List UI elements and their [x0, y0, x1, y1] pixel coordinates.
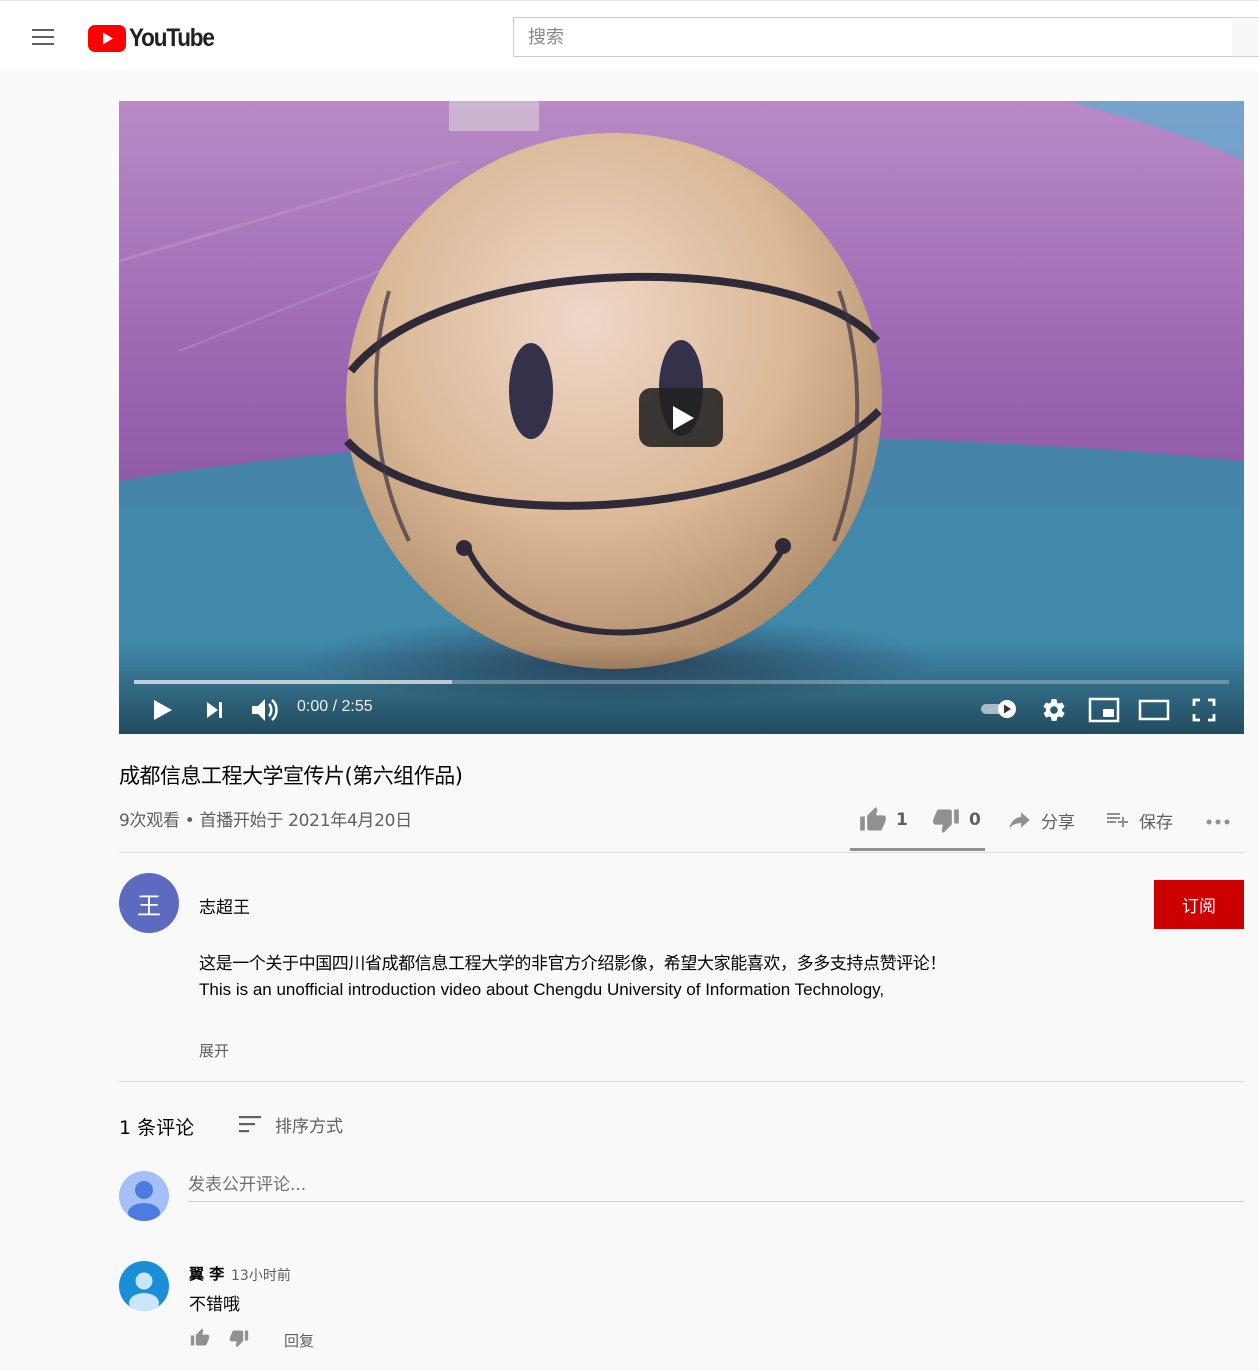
comment-dislike-icon[interactable]: [228, 1328, 250, 1348]
sort-label: 排序方式: [275, 1116, 343, 1137]
fullscreen-icon[interactable]: [1191, 697, 1217, 723]
commenter-avatar[interactable]: [119, 1261, 169, 1311]
youtube-logo[interactable]: YouTube: [88, 23, 223, 53]
youtube-play-logo-icon: [88, 24, 126, 52]
dislike-count: 0: [969, 810, 981, 830]
hamburger-menu-icon[interactable]: [22, 19, 64, 55]
sentiment-bar: [850, 848, 985, 851]
comment-time[interactable]: 13小时前: [231, 1265, 291, 1285]
progress-bar[interactable]: [134, 680, 1229, 684]
controls-gradient: [119, 644, 1244, 734]
masthead: YouTube: [0, 0, 1259, 71]
youtube-logo-text: YouTube: [129, 23, 215, 52]
large-play-button[interactable]: [639, 388, 723, 447]
share-arrow-icon: [1009, 812, 1030, 829]
add-comment-input[interactable]: [188, 1168, 1244, 1202]
current-user-avatar[interactable]: [119, 1171, 169, 1221]
like-button[interactable]: 1: [858, 802, 908, 838]
sort-by-button[interactable]: 排序方式: [237, 1111, 343, 1137]
time-display: 0:00 / 2:55: [297, 698, 373, 715]
sort-icon: [239, 1116, 261, 1133]
miniplayer-icon[interactable]: [1088, 697, 1120, 723]
dislike-button[interactable]: 0: [931, 802, 981, 838]
search-input[interactable]: [513, 17, 1233, 57]
user-silhouette-icon: [119, 1171, 169, 1221]
view-count-and-date: 9次观看 • 首播开始于 2021年4月20日: [119, 811, 412, 831]
video-title: 成都信息工程大学宣传片(第六组作品): [119, 764, 463, 788]
comment-reply-button[interactable]: 回复: [284, 1330, 314, 1351]
comment-count: 1 条评论: [119, 1117, 195, 1139]
video-description: 这是一个关于中国四川省成都信息工程大学的非官方介绍影像，希望大家能喜欢，多多支持…: [199, 952, 979, 1002]
play-icon[interactable]: [151, 698, 175, 722]
like-count: 1: [896, 810, 908, 830]
progress-buffered: [134, 680, 452, 684]
comment-like-icon[interactable]: [189, 1328, 211, 1348]
save-button[interactable]: 保存: [1103, 802, 1173, 838]
divider: [119, 852, 1244, 853]
show-more-button[interactable]: 展开: [199, 1040, 229, 1061]
search-button[interactable]: [1232, 17, 1259, 57]
subscribe-button[interactable]: 订阅: [1154, 880, 1244, 929]
playlist-add-icon: [1107, 813, 1128, 827]
video-player[interactable]: 0:00 / 2:55: [119, 101, 1244, 734]
divider: [119, 1081, 1244, 1082]
description-line-en: This is an unofficial introduction video…: [199, 980, 885, 999]
channel-name[interactable]: 志超王: [199, 893, 250, 918]
autoplay-toggle-icon[interactable]: [979, 698, 1019, 720]
share-button[interactable]: 分享: [1005, 802, 1075, 838]
channel-avatar[interactable]: 王: [119, 873, 179, 933]
thumbs-up-icon: [860, 807, 886, 831]
thumbs-down-icon: [933, 809, 959, 833]
comment-author[interactable]: 翼 李: [189, 1263, 224, 1284]
user-silhouette-icon: [119, 1261, 169, 1311]
comment-text: 不错哦: [189, 1295, 240, 1315]
next-icon[interactable]: [204, 699, 226, 721]
volume-icon[interactable]: [250, 696, 280, 724]
save-label: 保存: [1139, 812, 1173, 833]
share-label: 分享: [1041, 812, 1075, 833]
description-line-zh: 这是一个关于中国四川省成都信息工程大学的非官方介绍影像，希望大家能喜欢，多多支持…: [199, 954, 946, 974]
more-actions-icon[interactable]: [1205, 812, 1233, 832]
settings-gear-icon[interactable]: [1041, 697, 1067, 723]
theater-mode-icon[interactable]: [1138, 699, 1170, 721]
